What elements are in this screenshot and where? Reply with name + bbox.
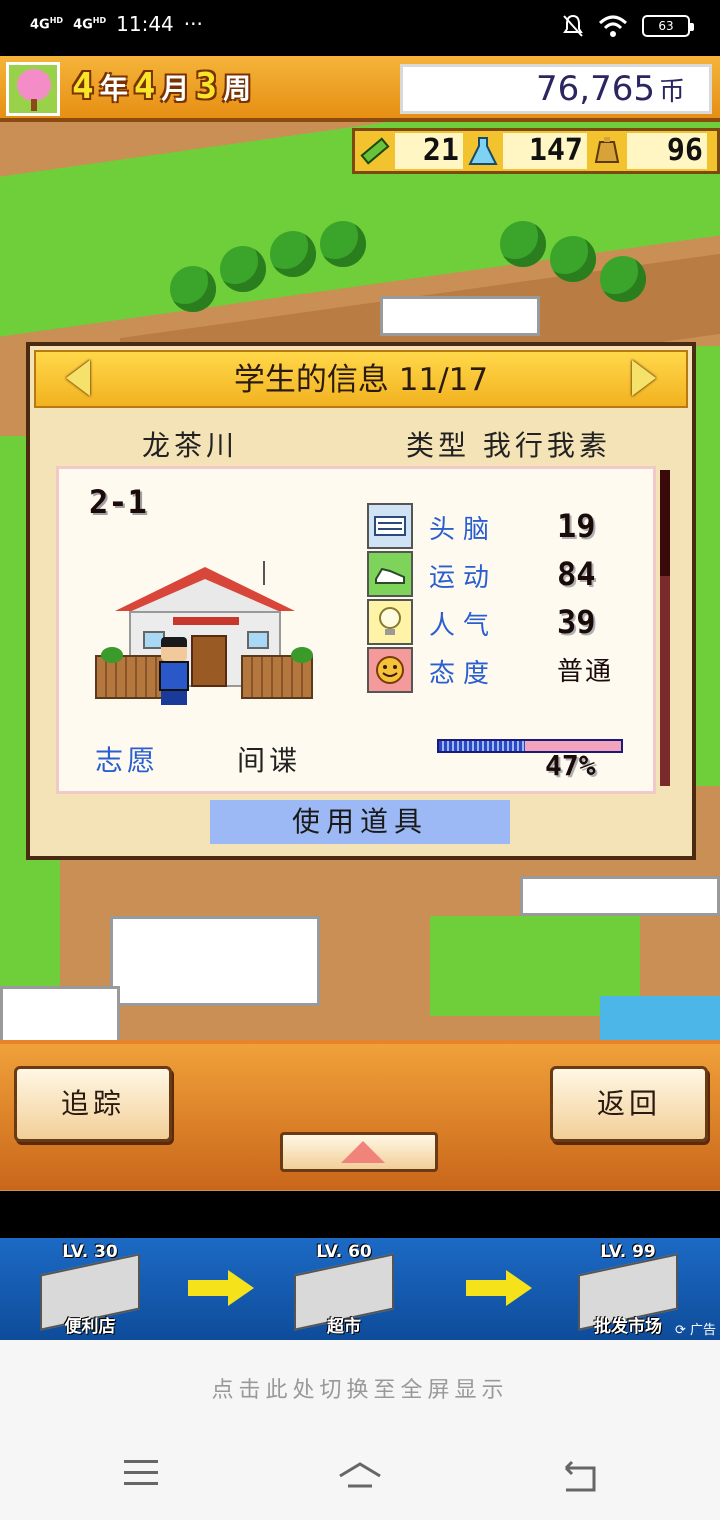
money-display: 76,765 币	[400, 64, 712, 114]
dialog-header: 学生的信息 11/17	[34, 350, 688, 408]
battery-icon: 63	[642, 15, 694, 37]
ad-banner[interactable]: LV. 30 便利店 LV. 60 超市 LV. 99 批发市场 ⟳ 广告	[0, 1238, 720, 1340]
arrow-right-icon	[466, 1270, 532, 1306]
student-card: 2-1 头脑 19 运动 84 人气 39 态度 普通 志愿 间谍 47%	[56, 466, 656, 794]
stat-brain: 头脑 19	[367, 503, 637, 549]
fullscreen-tip[interactable]: 点击此处切换至全屏显示	[0, 1372, 720, 1404]
career-progress-fill	[439, 741, 525, 751]
lightbulb-icon	[367, 599, 413, 645]
ad-item: LV. 60 超市	[254, 1238, 434, 1340]
home-icon[interactable]	[336, 1460, 384, 1500]
ad-tag: ⟳ 广告	[674, 1323, 716, 1338]
smiley-icon	[367, 647, 413, 693]
fullscreen-tip-area[interactable]: 点击此处切换至全屏显示	[0, 1340, 720, 1520]
career-progress-percent: 47%	[545, 749, 596, 782]
recent-apps-icon[interactable]	[124, 1460, 158, 1500]
up-arrow-icon	[341, 1141, 385, 1163]
career-wish-value: 间谍	[237, 744, 302, 777]
back-nav-icon[interactable]	[560, 1460, 600, 1500]
clock: 11:44	[116, 12, 174, 36]
game-date: 4 年 4 月 3 周	[72, 66, 252, 107]
stat-popularity: 人气 39	[367, 599, 637, 645]
class-label: 2-1	[89, 483, 147, 521]
student-sprite	[153, 637, 195, 709]
track-button[interactable]: 追踪	[14, 1066, 172, 1142]
wifi-icon	[598, 15, 628, 37]
resource-bar: 21 147 96	[352, 128, 720, 174]
expand-menu-button[interactable]	[280, 1132, 438, 1172]
mute-notification-icon	[563, 14, 583, 37]
ad-item: LV. 30 便利店	[0, 1238, 180, 1340]
bottom-control-panel: 追踪 返回	[0, 1040, 720, 1190]
use-item-button[interactable]: 使用道具	[210, 800, 510, 844]
more-icon: ···	[183, 12, 203, 36]
student-name: 龙茶川	[142, 429, 239, 462]
school-avatar[interactable]	[6, 62, 60, 116]
stat-sports: 运动 84	[367, 551, 637, 597]
stat-attitude: 态度 普通	[367, 647, 637, 693]
top-hud: 4 年 4 月 3 周 76,765 币	[0, 56, 720, 122]
status-bar: 4GHD 4GHD 11:44 ··· 63	[0, 0, 720, 56]
cherry-blossom-icon	[17, 69, 51, 101]
sneaker-icon	[367, 551, 413, 597]
student-info-dialog: 学生的信息 11/17 龙茶川 类型 我行我素 2-1 头脑 19 运动 84 …	[26, 342, 696, 860]
career-wish-label: 志愿	[95, 744, 160, 777]
next-student-arrow-icon[interactable]	[632, 360, 656, 396]
bell-icon	[587, 131, 627, 171]
personality-type: 类型 我行我素	[406, 429, 611, 462]
signal-icon: 4GHD	[30, 15, 64, 33]
home-house-icon	[95, 559, 315, 705]
brain-icon	[367, 503, 413, 549]
arrow-right-icon	[188, 1270, 254, 1306]
flask-icon	[463, 131, 503, 171]
dialog-title: 学生的信息 11/17	[233, 362, 489, 398]
pencil-icon	[355, 131, 395, 171]
back-button[interactable]: 返回	[550, 1066, 708, 1142]
signal-icon-2: 4GHD	[73, 15, 107, 33]
card-scrollbar[interactable]	[660, 470, 670, 786]
